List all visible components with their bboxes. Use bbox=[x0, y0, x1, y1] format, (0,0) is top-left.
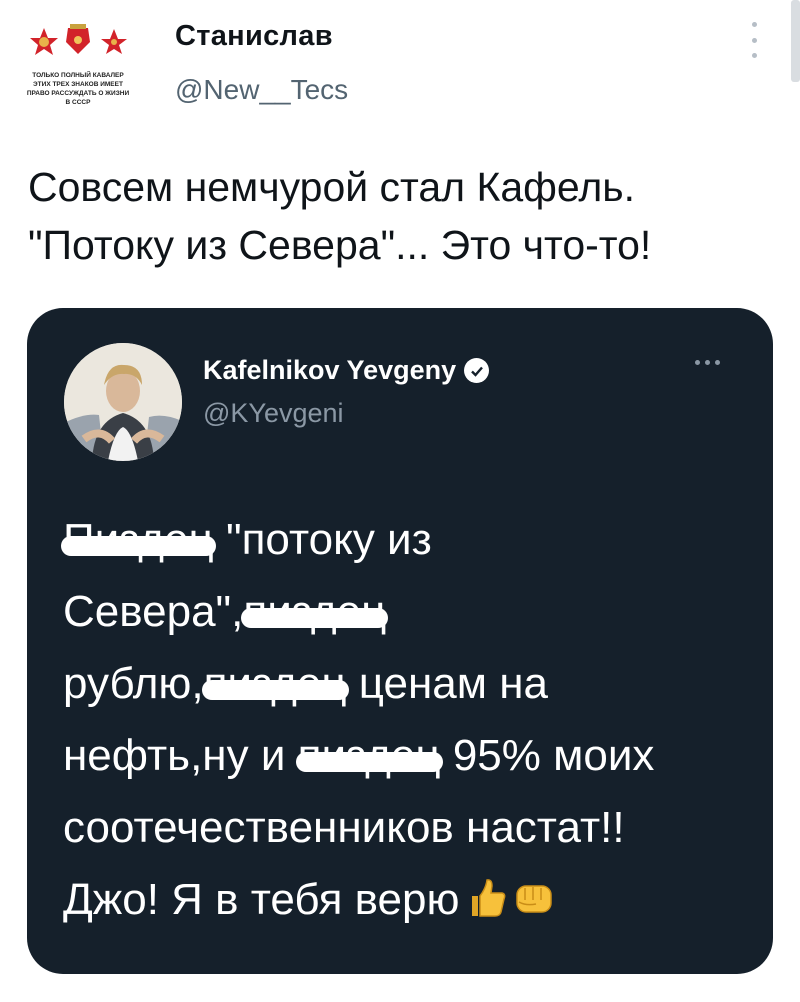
avatar-caption-line-4: В СССР bbox=[66, 99, 92, 106]
censored-word: пиздец bbox=[201, 648, 349, 720]
quoted-author-name[interactable]: Kafelnikov Yevgeny bbox=[203, 355, 490, 386]
tweet-header: ТОЛЬКО ПОЛНЫЙ КАВАЛЕР ЭТИХ ТРЕХ ЗНАКОВ И… bbox=[0, 0, 800, 130]
censored-word: пиздец bbox=[241, 576, 389, 648]
author-avatar[interactable]: ТОЛЬКО ПОЛНЫЙ КАВАЛЕР ЭТИХ ТРЕХ ЗНАКОВ И… bbox=[18, 20, 158, 124]
tweet-text-line: "Потоку из Севера"... Это что-то! bbox=[28, 222, 652, 268]
person-photo-icon bbox=[64, 343, 182, 461]
text-segment: нефть,ну и bbox=[63, 731, 298, 780]
text-segment: ценам на bbox=[346, 659, 548, 708]
text-segment: рублю, bbox=[63, 659, 204, 708]
quoted-line: нефть,ну и пиздец 95% моих bbox=[63, 720, 763, 792]
quoted-tweet-text: Пиздец "потоку из Севера",пиздец рублю,п… bbox=[61, 504, 763, 942]
quoted-line: рублю,пиздец ценам на bbox=[63, 648, 763, 720]
tweet-text: Совсем немчурой стал Кафель. "Потоку из … bbox=[28, 158, 788, 274]
more-options-icon[interactable] bbox=[742, 18, 766, 62]
soviet-badges-icon: ТОЛЬКО ПОЛНЫЙ КАВАЛЕР ЭТИХ ТРЕХ ЗНАКОВ И… bbox=[27, 24, 130, 106]
quoted-line: Севера",пиздец bbox=[63, 576, 763, 648]
fist-icon bbox=[512, 870, 556, 942]
quoted-author-avatar[interactable] bbox=[64, 343, 182, 461]
text-segment: Джо! Я в тебя верю bbox=[63, 875, 460, 924]
text-segment: "потоку из bbox=[213, 515, 432, 564]
text-segment: соотечественников настат!! bbox=[63, 803, 625, 852]
quoted-line: соотечественников настат!! bbox=[63, 792, 763, 864]
quoted-line: Джо! Я в тебя верю bbox=[63, 864, 763, 942]
author-handle[interactable]: @New__Tecs bbox=[175, 74, 348, 106]
quoted-tweet-card[interactable]: Kafelnikov Yevgeny @KYevgeni Пиздец "пот… bbox=[27, 308, 773, 974]
verified-badge-icon bbox=[464, 358, 490, 383]
scrollbar[interactable] bbox=[791, 0, 800, 82]
quoted-more-options-icon[interactable] bbox=[695, 360, 720, 365]
quoted-line: Пиздец "потоку из bbox=[61, 504, 763, 576]
text-segment: 95% моих bbox=[440, 731, 655, 780]
text-segment: Севера", bbox=[63, 587, 244, 636]
thumbs-up-icon bbox=[464, 870, 508, 942]
avatar-caption-line-2: ЭТИХ ТРЕХ ЗНАКОВ ИМЕЕТ bbox=[33, 81, 123, 88]
quoted-author-handle[interactable]: @KYevgeni bbox=[203, 398, 344, 429]
censored-word: пиздец bbox=[295, 720, 443, 792]
censored-word: Пиздец bbox=[61, 504, 216, 576]
quoted-author-name-text: Kafelnikov Yevgeny bbox=[203, 355, 457, 385]
author-name[interactable]: Станислав bbox=[175, 20, 333, 53]
tweet-text-line: Совсем немчурой стал Кафель. bbox=[28, 164, 636, 210]
avatar-caption-line-1: ТОЛЬКО ПОЛНЫЙ КАВАЛЕР bbox=[32, 70, 124, 79]
avatar-caption-line-3: ПРАВО РАССУЖДАТЬ О ЖИЗНИ bbox=[27, 90, 130, 97]
